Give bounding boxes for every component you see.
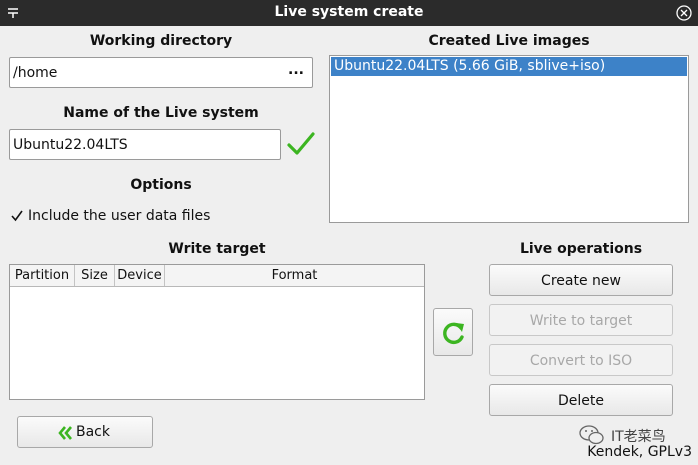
valid-checkmark-icon bbox=[287, 132, 315, 155]
create-new-button[interactable]: Create new bbox=[489, 264, 673, 296]
created-images-heading: Created Live images bbox=[428, 33, 590, 49]
list-item[interactable]: Ubuntu22.04LTS (5.66 GiB, sblive+iso) bbox=[331, 57, 687, 76]
column-header-size[interactable]: Size bbox=[75, 265, 115, 286]
back-button[interactable]: Back bbox=[17, 416, 153, 448]
close-icon[interactable] bbox=[676, 5, 692, 21]
working-directory-field[interactable]: /home ... bbox=[9, 57, 313, 88]
convert-to-iso-button[interactable]: Convert to ISO bbox=[489, 344, 673, 376]
options-heading: Options bbox=[130, 177, 192, 193]
working-directory-value: /home bbox=[13, 65, 58, 81]
browse-button[interactable]: ... bbox=[288, 62, 304, 78]
column-header-device[interactable]: Device bbox=[115, 265, 165, 286]
back-label: Back bbox=[76, 424, 110, 440]
created-images-list[interactable]: Ubuntu22.04LTS (5.66 GiB, sblive+iso) bbox=[329, 55, 689, 223]
refresh-button[interactable] bbox=[433, 308, 473, 356]
live-operations-heading: Live operations bbox=[519, 241, 643, 257]
back-chevrons-icon bbox=[58, 426, 72, 440]
write-target-heading: Write target bbox=[168, 241, 266, 257]
column-header-partition[interactable]: Partition bbox=[10, 265, 75, 286]
working-directory-heading: Working directory bbox=[89, 33, 233, 49]
live-name-heading: Name of the Live system bbox=[63, 105, 259, 121]
include-user-data-label: Include the user data files bbox=[28, 208, 211, 224]
window-title: Live system create bbox=[274, 4, 424, 20]
watermark-text: IT老菜鸟 bbox=[611, 429, 666, 445]
title-bar: Live system create bbox=[0, 0, 698, 26]
column-header-format[interactable]: Format bbox=[165, 265, 424, 286]
wechat-icon bbox=[579, 425, 604, 445]
table-header: Partition Size Device Format bbox=[10, 265, 424, 287]
refresh-icon bbox=[443, 322, 464, 345]
live-name-input[interactable]: Ubuntu22.04LTS bbox=[9, 129, 281, 160]
delete-button[interactable]: Delete bbox=[489, 384, 673, 416]
write-to-target-button[interactable]: Write to target bbox=[489, 304, 673, 336]
include-user-data-checkbox[interactable] bbox=[10, 209, 24, 223]
license-footer: Kendek, GPLv3 bbox=[587, 444, 692, 460]
write-target-table[interactable]: Partition Size Device Format bbox=[9, 264, 425, 400]
live-name-value: Ubuntu22.04LTS bbox=[13, 137, 128, 153]
